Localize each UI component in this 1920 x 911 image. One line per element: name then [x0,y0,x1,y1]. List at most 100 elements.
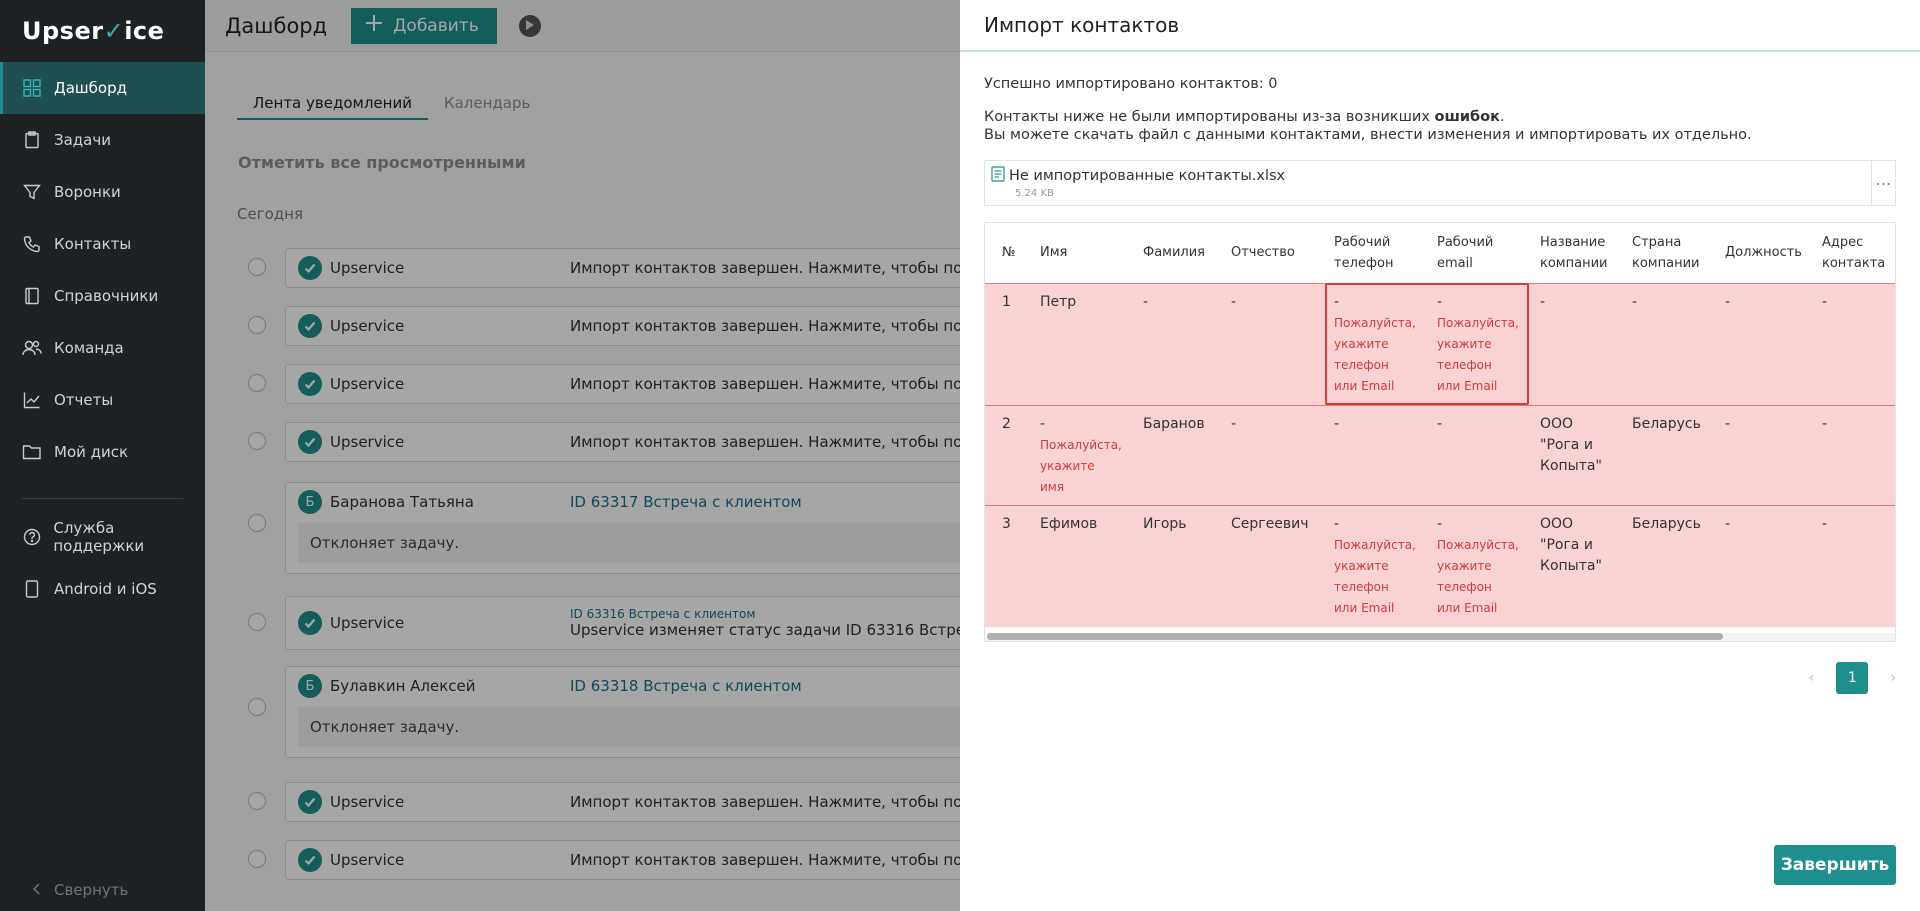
table-cell-country: Беларусь [1615,505,1708,627]
table-row: 3 Ефимов Игорь Сергеевич - Пожалуйста, укажит… [985,505,1895,627]
table-cell-company: ООО "Рога и Копыта" [1523,405,1615,505]
sidebar-item-reports[interactable]: Отчеты [0,374,205,426]
clipboard-icon [22,130,42,150]
import-success-text: Успешно импортировано контактов: 0 [984,76,1278,92]
cell-value: Баранов [1143,415,1205,432]
table-cell-address: - [1805,505,1895,627]
table-cell-middle: - [1214,283,1317,405]
column-header: Должность [1725,245,1802,261]
table-cell-middle: - [1214,405,1317,505]
horizontal-scrollbar[interactable] [985,633,1895,641]
phone-icon [22,234,42,254]
logo-text-part1: Upser [22,17,104,45]
import-contacts-panel: Импорт контактов Успешно импортировано к… [960,0,1920,911]
table-cell-first: Ефимов [1023,505,1126,627]
sidebar-item-label: Задачи [54,131,111,149]
cell-value: 2 [1002,415,1011,432]
pagination: ‹ 1 › [1809,662,1896,694]
error-highlight-box [1325,283,1529,405]
finish-button[interactable]: Завершить [1774,845,1896,885]
chart-icon [22,390,42,410]
sidebar-item-support[interactable]: Служба поддержки [0,511,205,563]
table-cell-country: - [1615,283,1708,405]
cell-value: 3 [1002,515,1011,532]
grid-icon [22,78,42,98]
column-header: Страна компании [1632,234,1700,271]
funnel-icon [22,182,42,202]
panel-title: Импорт контактов [960,0,1920,52]
table-cell-address: - [1805,283,1895,405]
cell-value: - [1334,515,1340,532]
cell-value: - [1822,293,1828,310]
app-logo[interactable]: Upser ✓ ice [0,0,205,62]
team-icon [22,338,42,358]
import-error-info: Контакты ниже не были импортированы из-з… [984,109,1896,125]
sidebar-item-label: Android и iOS [54,580,157,598]
column-header: Адрес контакта [1822,234,1886,271]
sidebar-item-label: Дашборд [54,79,127,97]
chevron-left-icon [32,881,40,899]
sidebar-item-label: Команда [54,339,124,357]
cell-value: - [1334,415,1340,432]
cell-value: ООО "Рога и Копыта" [1540,415,1602,474]
sidebar-item-team[interactable]: Команда [0,322,205,374]
cell-value: - [1540,293,1546,310]
table-cell-country: Беларусь [1615,405,1708,505]
column-header: Рабочий телефон [1334,234,1394,271]
sidebar-item-directories[interactable]: Справочники [0,270,205,322]
column-header: Название компании [1540,234,1608,271]
table-cell-last: Игорь [1126,505,1214,627]
sidebar-item-label: Отчеты [54,391,114,409]
column-header: Рабочий email [1437,234,1494,271]
cell-value: - [1231,415,1237,432]
sidebar-item-mobile-apps[interactable]: Android и iOS [0,563,205,615]
table-cell-company: ООО "Рога и Копыта" [1523,505,1615,627]
sidebar-item-dashboard[interactable]: Дашборд [0,62,205,114]
info-text: Контакты ниже не были импортированы из-з… [984,109,1435,125]
sidebar-item-label: Служба поддержки [53,519,145,555]
folder-icon [22,442,42,462]
sidebar-item-funnels[interactable]: Воронки [0,166,205,218]
cell-value: - [1822,415,1828,432]
sidebar-item-label: Воронки [54,183,121,201]
cell-error-message: Пожалуйста, укажите имя [1040,437,1122,494]
page-number-button[interactable]: 1 [1836,662,1869,694]
table-row: 2 - Пожалуйста, укажите имя Баранов - - - ООО "… [985,405,1895,505]
sidebar-item-label: Справочники [54,287,159,305]
column-header: Фамилия [1143,245,1205,261]
table-cell-email: - [1420,405,1523,505]
table-cell-email: - Пожалуйста, укажите телефон или Email [1420,505,1523,627]
cell-value: Беларусь [1632,415,1701,432]
sidebar-item-label: Мой диск [54,443,129,461]
cell-value: 1 [1002,293,1011,310]
column-header: Имя [1040,245,1068,261]
table-cell-first: - Пожалуйста, укажите имя [1023,405,1126,505]
table-cell-position: - [1708,405,1805,505]
logo-check: ✓ [103,17,125,45]
sidebar-divider [22,498,183,499]
sidebar-item-contacts[interactable]: Контакты [0,218,205,270]
cell-value: - [1040,415,1046,432]
sidebar: Upser ✓ ice Дашборд Задачи Воронки Контакт… [0,0,205,911]
sidebar-item-tasks[interactable]: Задачи [0,114,205,166]
file-menu-button[interactable]: ⋯ [1871,161,1895,205]
table-cell-middle: Сергеевич [1214,505,1317,627]
table-cell-last: Баранов [1126,405,1214,505]
collapse-label: Свернуть [54,881,129,899]
mobile-icon [22,579,42,599]
help-icon [22,527,41,547]
document-icon [991,166,1005,186]
sidebar-item-my-disk[interactable]: Мой диск [0,426,205,478]
next-page-button[interactable]: › [1890,670,1896,686]
file-download-link[interactable]: Не импортированные контакты.xlsx 5.24 KB [985,161,1871,205]
cell-value: Ефимов [1040,515,1098,532]
prev-page-button[interactable]: ‹ [1809,670,1815,686]
cell-value: - [1143,293,1149,310]
table-cell-first: Петр [1023,283,1126,405]
import-error-hint: Вы можете скачать файл с данными контакт… [984,127,1752,143]
table-cell-position: - [1708,283,1805,405]
cell-value: - [1437,515,1443,532]
info-text-end: . [1499,109,1505,125]
scrollbar-thumb[interactable] [987,633,1723,640]
collapse-sidebar-button[interactable]: Свернуть [32,881,128,899]
